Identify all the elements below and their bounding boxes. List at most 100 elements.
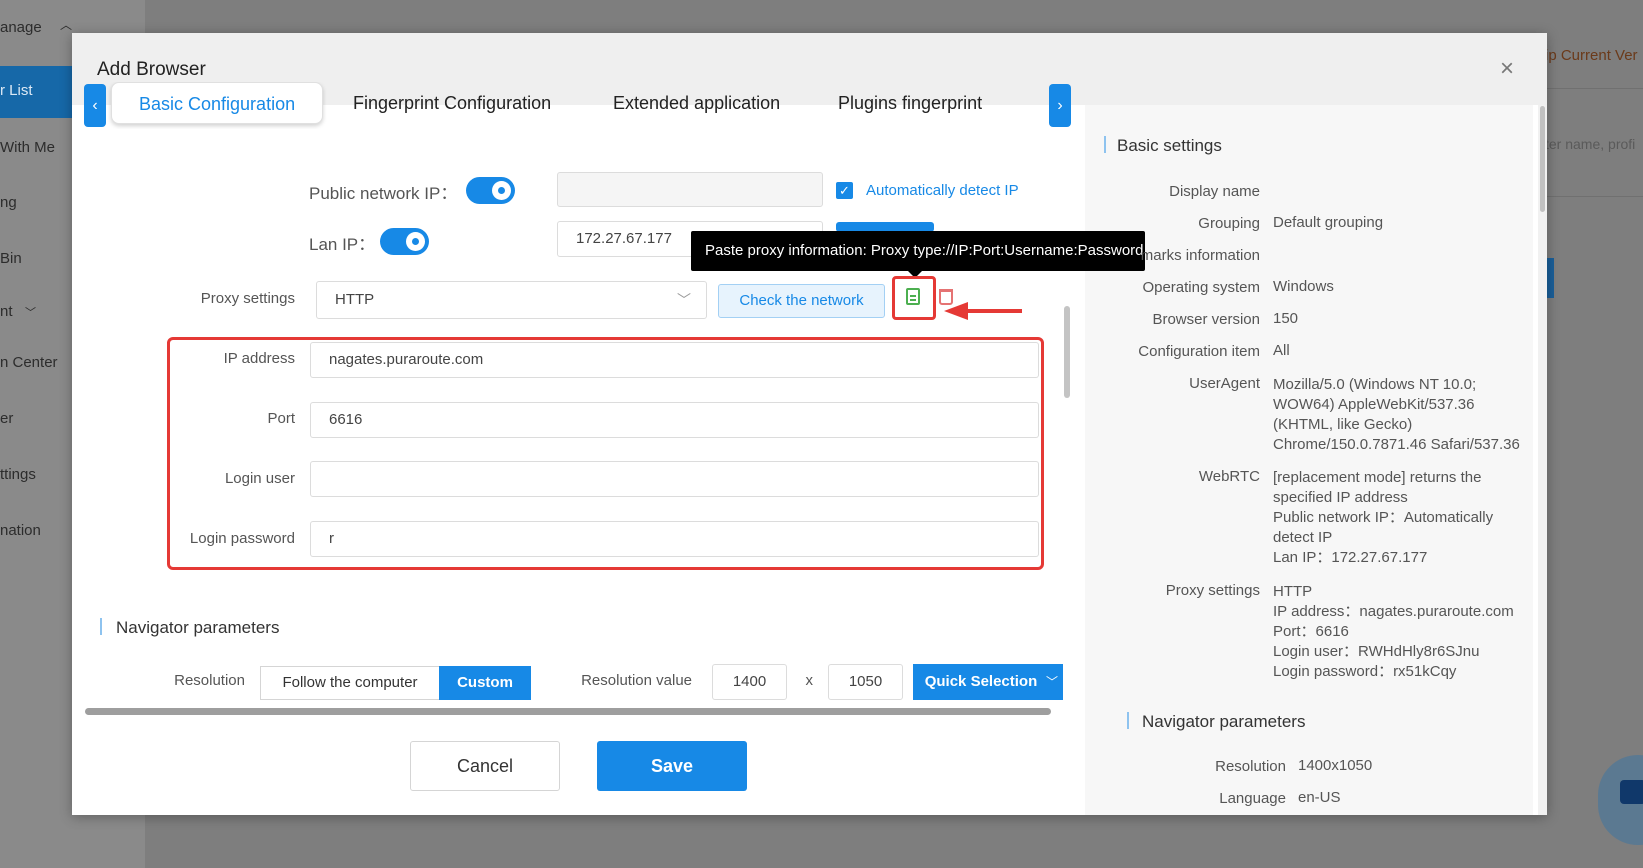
resolution-label: Resolution xyxy=(174,672,245,689)
save-button[interactable]: Save xyxy=(597,741,747,791)
section-marker xyxy=(1104,136,1106,153)
annotation-arrow-head xyxy=(944,302,968,320)
modal-title: Add Browser xyxy=(97,59,206,80)
bg-sidebar-item: ng xyxy=(0,194,17,211)
summary-value-proxy-line: Login password：rx51kCqy xyxy=(1273,663,1457,680)
chat-icon xyxy=(1620,780,1643,804)
chevron-up-icon: ︿ xyxy=(60,18,73,32)
tab-plugins-fingerprint[interactable]: Plugins fingerprint xyxy=(838,82,982,124)
port-input[interactable]: 6616 xyxy=(310,402,1039,438)
auto-detect-checkbox[interactable]: ✓ xyxy=(836,182,853,199)
chevron-down-icon: ﹀ xyxy=(25,307,36,319)
bg-sidebar-item: n Center xyxy=(0,354,58,371)
summary-value-proxy-line: Port：6616 xyxy=(1273,623,1349,640)
paste-document-icon[interactable] xyxy=(906,288,920,305)
bg-sidebar-item: Bin xyxy=(0,250,22,267)
login-user-input[interactable] xyxy=(310,461,1039,497)
summary-value-useragent-line: Mozilla/5.0 (Windows NT 10.0; xyxy=(1273,376,1477,393)
proxy-type-select[interactable]: HTTP xyxy=(316,281,707,319)
paste-proxy-tooltip: Paste proxy information: Proxy type://IP… xyxy=(691,231,1145,278)
close-icon[interactable]: × xyxy=(1500,55,1514,83)
summary-label-os: Operating system xyxy=(1142,279,1260,296)
login-user-label: Login user xyxy=(224,470,295,487)
proxy-settings-label: Proxy settings xyxy=(200,290,295,307)
tab-basic-configuration[interactable]: Basic Configuration xyxy=(111,82,324,124)
navigator-section-title: Navigator parameters xyxy=(116,618,280,637)
cancel-button[interactable]: Cancel xyxy=(410,741,560,791)
summary-label-configuration-item: Configuration item xyxy=(1138,343,1260,360)
summary-value-proxy-line: Login user：RWHdHly8r6SJnu xyxy=(1273,643,1480,660)
bg-divider xyxy=(1540,196,1643,197)
summary-scrollbar-thumb[interactable] xyxy=(1540,106,1545,212)
bg-sidebar-item: With Me xyxy=(0,139,56,156)
follow-computer-button[interactable]: Follow the computer xyxy=(260,666,440,700)
summary-label-remarks: marks information xyxy=(1140,247,1260,264)
summary-label-webrtc: WebRTC xyxy=(1198,468,1260,485)
summary-label-browser-version: Browser version xyxy=(1152,311,1260,328)
lan-ip-label: Lan IP： xyxy=(309,235,376,254)
summary-label-grouping: Grouping xyxy=(1198,215,1260,232)
bg-sidebar-item: nt xyxy=(0,303,13,320)
summary-value-useragent-line: Chrome/150.0.7871.46 Safari/537.36 xyxy=(1273,436,1520,453)
toggle-knob xyxy=(406,232,425,251)
ip-address-input[interactable]: nagates.puraroute.com xyxy=(310,342,1039,378)
tab-fingerprint-configuration[interactable]: Fingerprint Configuration xyxy=(353,82,551,124)
bg-search-placeholder: ter name, profi xyxy=(1545,136,1636,152)
bg-sidebar-item-active: r List xyxy=(0,66,72,118)
bg-divider xyxy=(1540,88,1643,89)
summary-label-resolution: Resolution xyxy=(1215,758,1286,775)
summary-value-proxy-line: IP address：nagates.puraroute.com xyxy=(1273,603,1514,620)
resolution-height-input[interactable]: 1050 xyxy=(828,664,903,700)
section-marker xyxy=(1127,712,1129,729)
summary-value-language: en-US xyxy=(1298,789,1341,806)
bg-sidebar-item: anage xyxy=(0,19,42,36)
form-scrollbar-thumb[interactable] xyxy=(1064,306,1070,398)
summary-value-webrtc-line: Lan IP：172.27.67.177 xyxy=(1273,549,1428,566)
summary-label-proxy: Proxy settings xyxy=(1165,582,1260,599)
quick-selection-button[interactable]: Quick Selection xyxy=(913,664,1063,700)
resolution-value-label: Resolution value xyxy=(581,672,692,689)
summary-value-useragent-line: (KHTML, like Gecko) xyxy=(1273,416,1413,433)
public-ip-label: Public network IP： xyxy=(309,184,458,203)
port-label: Port xyxy=(267,410,295,427)
resolution-separator: x xyxy=(805,672,814,689)
summary-value-webrtc-line: [replacement mode] returns the xyxy=(1273,469,1482,486)
bg-sidebar-item: ttings xyxy=(0,466,36,483)
form-horizontal-scrollbar[interactable] xyxy=(85,708,1051,715)
ip-address-label: IP address xyxy=(223,350,295,367)
tab-extended-application[interactable]: Extended application xyxy=(613,82,780,124)
summary-label-useragent: UserAgent xyxy=(1189,375,1260,392)
summary-value-grouping: Default grouping xyxy=(1273,214,1384,231)
resolution-width-input[interactable]: 1400 xyxy=(712,664,787,700)
summary-label-display-name: Display name xyxy=(1169,183,1260,200)
summary-value-webrtc-line: Public network IP：Automatically xyxy=(1273,509,1494,526)
chevron-left-icon[interactable]: ‹ xyxy=(84,84,106,127)
chevron-down-icon: ﹀ xyxy=(677,292,691,308)
summary-value-os: Windows xyxy=(1273,278,1334,295)
summary-navigator-title: Navigator parameters xyxy=(1142,712,1306,731)
auto-detect-label[interactable]: Automatically detect IP xyxy=(866,182,1019,199)
bg-partial-text: ip Current Ver xyxy=(1545,47,1638,64)
tab-bar: Basic Configuration Fingerprint Configur… xyxy=(105,82,1043,129)
summary-value-browser-version: 150 xyxy=(1273,310,1299,327)
bg-sidebar-item: nation xyxy=(0,522,41,539)
section-marker xyxy=(100,618,102,635)
lan-ip-toggle[interactable] xyxy=(380,228,429,255)
public-ip-input[interactable] xyxy=(557,172,823,207)
summary-value-resolution: 1400x1050 xyxy=(1298,757,1373,774)
summary-value-proxy-line: HTTP xyxy=(1273,583,1313,600)
public-ip-toggle[interactable] xyxy=(466,177,515,204)
summary-value-configuration-item: All xyxy=(1273,342,1290,359)
summary-value-webrtc-line: detect IP xyxy=(1273,529,1333,546)
login-password-label: Login password xyxy=(189,530,295,547)
custom-resolution-button[interactable]: Custom xyxy=(439,666,531,700)
toggle-knob xyxy=(492,181,511,200)
login-password-input[interactable]: r xyxy=(310,521,1039,557)
chevron-down-icon: ﹀ xyxy=(1046,675,1059,689)
summary-value-useragent-line: WOW64) AppleWebKit/537.36 xyxy=(1273,396,1475,413)
annotation-arrow xyxy=(966,309,1022,313)
chevron-right-icon[interactable]: › xyxy=(1049,84,1071,127)
basic-settings-title: Basic settings xyxy=(1117,136,1222,155)
summary-label-language: Language xyxy=(1219,790,1286,807)
check-network-button[interactable]: Check the network xyxy=(718,284,885,318)
